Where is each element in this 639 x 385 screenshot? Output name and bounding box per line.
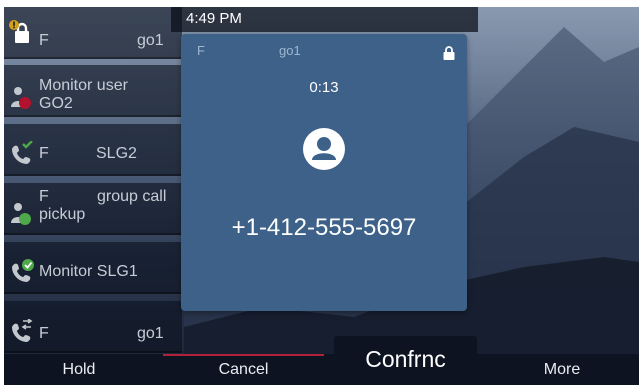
- lock-icon: [9, 20, 29, 43]
- softkey-bar: Hold Cancel More: [4, 354, 639, 385]
- status-time: 4:49 PM: [186, 10, 242, 27]
- shared-line-check-icon: [12, 259, 34, 282]
- line-key-label: F: [39, 32, 49, 49]
- phone-screen: F go1 Monitor user GO2 F SLG2 F group ca…: [4, 7, 639, 385]
- hold-button[interactable]: Hold: [4, 354, 154, 385]
- line-key-1[interactable]: F go1: [4, 7, 182, 59]
- line-keys: F go1 Monitor user GO2 F SLG2 F group ca…: [4, 7, 189, 353]
- active-call-panel: F go1 0:13 +1-412-555-5697: [181, 34, 467, 311]
- line-key-3[interactable]: F SLG2: [4, 124, 182, 176]
- line-key-label: Monitor SLG1: [39, 263, 138, 280]
- line-key-4[interactable]: F group call pickup: [4, 183, 182, 235]
- shared-line-icon: [12, 141, 33, 164]
- line-key-label: F: [39, 325, 49, 342]
- group-pickup-icon: [11, 203, 31, 225]
- line-key-6[interactable]: F go1: [4, 301, 182, 353]
- more-button[interactable]: More: [485, 354, 639, 385]
- status-bar: 4:49 PM: [171, 7, 478, 32]
- line-key-label: F: [39, 188, 49, 205]
- line-key-extension: go1: [137, 325, 164, 342]
- line-key-label-2: GO2: [39, 95, 73, 112]
- call-line-name: go1: [279, 43, 301, 58]
- line-key-label-2: pickup: [39, 206, 86, 223]
- cancel-button[interactable]: Cancel: [163, 354, 324, 385]
- line-key-extension: SLG2: [96, 145, 137, 162]
- line-key-extension: group call: [97, 188, 167, 205]
- line-key-5[interactable]: Monitor SLG1: [4, 242, 182, 294]
- lock-icon: [443, 46, 455, 60]
- line-key-extension: go1: [137, 32, 164, 49]
- caller-number: +1-412-555-5697: [231, 214, 417, 241]
- line-key-label: Monitor user: [39, 77, 128, 94]
- line-key-2[interactable]: Monitor user GO2: [4, 65, 182, 117]
- call-timer: 0:13: [309, 79, 339, 96]
- monitor-user-busy-icon: [11, 87, 31, 109]
- contact-avatar-icon: [303, 128, 345, 170]
- call-line-label: F: [197, 43, 205, 58]
- phone-transfer-icon: [12, 319, 33, 342]
- line-key-label: F: [39, 145, 49, 162]
- conference-button[interactable]: Confrnc: [334, 336, 477, 385]
